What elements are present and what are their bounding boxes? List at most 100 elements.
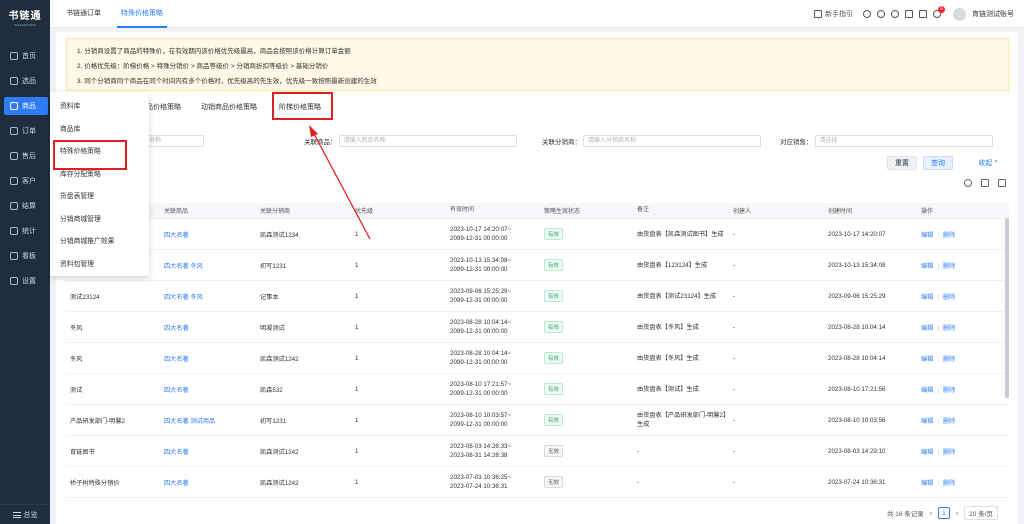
edit-button[interactable]: 编辑 xyxy=(921,356,933,363)
page-size-select[interactable]: 20 条/页 xyxy=(964,506,998,520)
edit-button[interactable]: 编辑 xyxy=(921,480,933,487)
product-input[interactable]: 请输入商品名称 xyxy=(338,135,517,147)
sidebar-item-goods[interactable]: 商品 xyxy=(4,97,48,115)
menu-item-library[interactable]: 资料库 xyxy=(50,96,149,119)
delete-button[interactable]: 删除 xyxy=(943,480,955,487)
cell-created-time: 2023-08-10 17:21:56 xyxy=(828,385,886,393)
cell-product[interactable]: 四大名著 测试商品 xyxy=(162,416,258,425)
bell-icon[interactable]: 6 xyxy=(933,6,945,18)
cell-product[interactable]: 四大名著 xyxy=(162,385,258,394)
valid-start: 2023-08-10 10:03:57~ xyxy=(450,412,512,419)
menu-item-mall-promotion[interactable]: 分销商城推广效果 xyxy=(50,231,149,254)
sales-select[interactable]: 请选择 xyxy=(814,135,993,147)
tab-special-price[interactable]: 特殊价格策略 xyxy=(117,0,167,28)
action-divider: | xyxy=(937,448,939,456)
phone-icon[interactable] xyxy=(919,10,927,18)
cell-product[interactable]: 四大名著 xyxy=(162,478,258,487)
status-badge: 无效 xyxy=(544,445,564,457)
name-input[interactable]: 名称 xyxy=(144,135,204,147)
delete-button[interactable]: 删除 xyxy=(943,325,955,332)
refresh-icon[interactable] xyxy=(964,179,972,187)
menu-item-goods-library[interactable]: 商品库 xyxy=(50,119,149,142)
sidebar-item-label: 统计 xyxy=(22,228,36,235)
cell-product[interactable]: 四大名著 xyxy=(162,447,258,456)
status-badge: 有效 xyxy=(544,352,564,364)
sidebar-item-aftersale[interactable]: 售后 xyxy=(4,147,48,165)
menu-item-mall-manage[interactable]: 分销商城管理 xyxy=(50,209,149,232)
avatar[interactable] xyxy=(953,7,966,21)
edit-button[interactable]: 编辑 xyxy=(921,418,933,425)
cell-name: 测试23124 xyxy=(70,293,100,301)
headset-icon[interactable] xyxy=(891,10,899,18)
cell-product[interactable]: 四大名著 xyxy=(162,230,258,239)
valid-end: 2099-12-31 00:00:00 xyxy=(450,421,508,428)
sidebar-item-orders[interactable]: 订单 xyxy=(4,122,48,140)
sidebar-overview-button[interactable]: 总览 xyxy=(0,504,50,524)
delete-button[interactable]: 删除 xyxy=(943,418,955,425)
menu-item-material-pack[interactable]: 资料包管理 xyxy=(50,254,149,277)
action-divider: | xyxy=(937,417,939,425)
col-header-valid-time: 有效时间 xyxy=(450,207,475,213)
sidebar-item-home[interactable]: 首页 xyxy=(4,47,48,65)
prev-page-icon[interactable]: ‹ xyxy=(930,510,932,517)
cell-actions: 编辑 | 删除 xyxy=(919,416,1009,425)
cell-product[interactable]: 四大名著 冬风 xyxy=(162,292,258,301)
cell-creator: - xyxy=(733,261,736,269)
sidebar-item-select[interactable]: 选品 xyxy=(4,72,48,90)
cell-priority: 1 xyxy=(355,230,359,238)
valid-end: 2099-12-31 00:00:00 xyxy=(450,359,508,366)
search-button[interactable]: 查询 xyxy=(923,156,953,170)
delete-button[interactable]: 删除 xyxy=(943,387,955,394)
sidebar-item-stats[interactable]: 统计 xyxy=(4,222,48,240)
user-name[interactable]: 育链测试账号 xyxy=(972,9,1014,19)
guide-link[interactable]: 新手指引 xyxy=(814,9,853,19)
edit-button[interactable]: 编辑 xyxy=(921,387,933,394)
tab-moving-product-price[interactable]: 动销商品价格策略 xyxy=(201,102,257,112)
edit-button[interactable]: 编辑 xyxy=(921,232,933,239)
delete-button[interactable]: 删除 xyxy=(943,232,955,239)
table-row: 产品研发部门-明馨2 四大名著 测试商品 初写1231 1 2023-08-10 10:… xyxy=(66,405,1009,436)
page-number[interactable]: 1 xyxy=(937,507,950,519)
notice-banner: 1. 分销商设置了商品的特殊价，在有效期内该价格优先级最高，商品会按照该价格计算… xyxy=(66,38,1009,91)
tab-orders[interactable]: 书链通订单 xyxy=(62,0,105,28)
next-page-icon[interactable]: › xyxy=(956,510,958,517)
column-settings-icon[interactable] xyxy=(998,179,1006,187)
sidebar-item-settings[interactable]: 设置 xyxy=(4,272,48,290)
app-logo[interactable]: 书链通 SHULIANTONG xyxy=(0,0,50,34)
cell-product[interactable]: 四大名著 xyxy=(162,354,258,363)
table-row: 育链图书 四大名著 凯森测试1242 1 2023-08-03 14:26:33~ 202… xyxy=(66,436,1009,467)
sales-filter-label: 对应销售： xyxy=(780,139,813,146)
cell-created-time: 2023-08-28 10:04:14 xyxy=(828,354,886,362)
sidebar-item-customers[interactable]: 客户 xyxy=(4,172,48,190)
delete-button[interactable]: 删除 xyxy=(943,294,955,301)
cell-valid-time: 2023-08-28 10:04:14~ 2099-12-31 00:00:00 xyxy=(448,318,542,336)
action-divider: | xyxy=(937,231,939,239)
edit-button[interactable]: 编辑 xyxy=(921,449,933,456)
collapse-button[interactable]: 收起 ^ xyxy=(968,156,1008,170)
tab-product-price[interactable]: 品价格策略 xyxy=(146,102,181,112)
sidebar-item-board[interactable]: 看板 xyxy=(4,247,48,265)
sidebar-item-settle[interactable]: 结算 xyxy=(4,197,48,215)
delete-button[interactable]: 删除 xyxy=(943,263,955,270)
menu-item-pallet-manage[interactable]: 货盘表管理 xyxy=(50,186,149,209)
heart-icon[interactable] xyxy=(877,10,885,18)
edit-button[interactable]: 编辑 xyxy=(921,325,933,332)
sidebar-item-label: 看板 xyxy=(22,253,36,260)
download-icon[interactable] xyxy=(863,10,871,18)
cell-name: 桥子树特殊分销价 xyxy=(70,479,120,487)
sidebar-item-label: 客户 xyxy=(22,178,36,185)
table-header: 关联商品 关联分销商 优先级 有效时间 策略生效状态 备注 创建人 创建时间 操… xyxy=(66,203,1009,219)
cell-status: 无效 xyxy=(542,445,635,457)
reset-button[interactable]: 重置 xyxy=(887,156,917,170)
cell-product[interactable]: 四大名著 xyxy=(162,323,258,332)
edit-button[interactable]: 编辑 xyxy=(921,294,933,301)
goods-dropdown-menu: 资料库 商品库 特殊价格策略 库存分配策略 货盘表管理 分销商城管理 分销商城推… xyxy=(50,92,149,276)
delete-button[interactable]: 删除 xyxy=(943,449,955,456)
edit-button[interactable]: 编辑 xyxy=(921,263,933,270)
delete-button[interactable]: 删除 xyxy=(943,356,955,363)
cell-product[interactable]: 四大名著 冬风 xyxy=(162,261,258,270)
message-icon[interactable] xyxy=(905,10,913,18)
distributor-input[interactable]: 请输入分销商名称 xyxy=(583,135,761,147)
table-scrollbar[interactable] xyxy=(1005,218,1009,398)
export-icon[interactable] xyxy=(981,179,989,187)
